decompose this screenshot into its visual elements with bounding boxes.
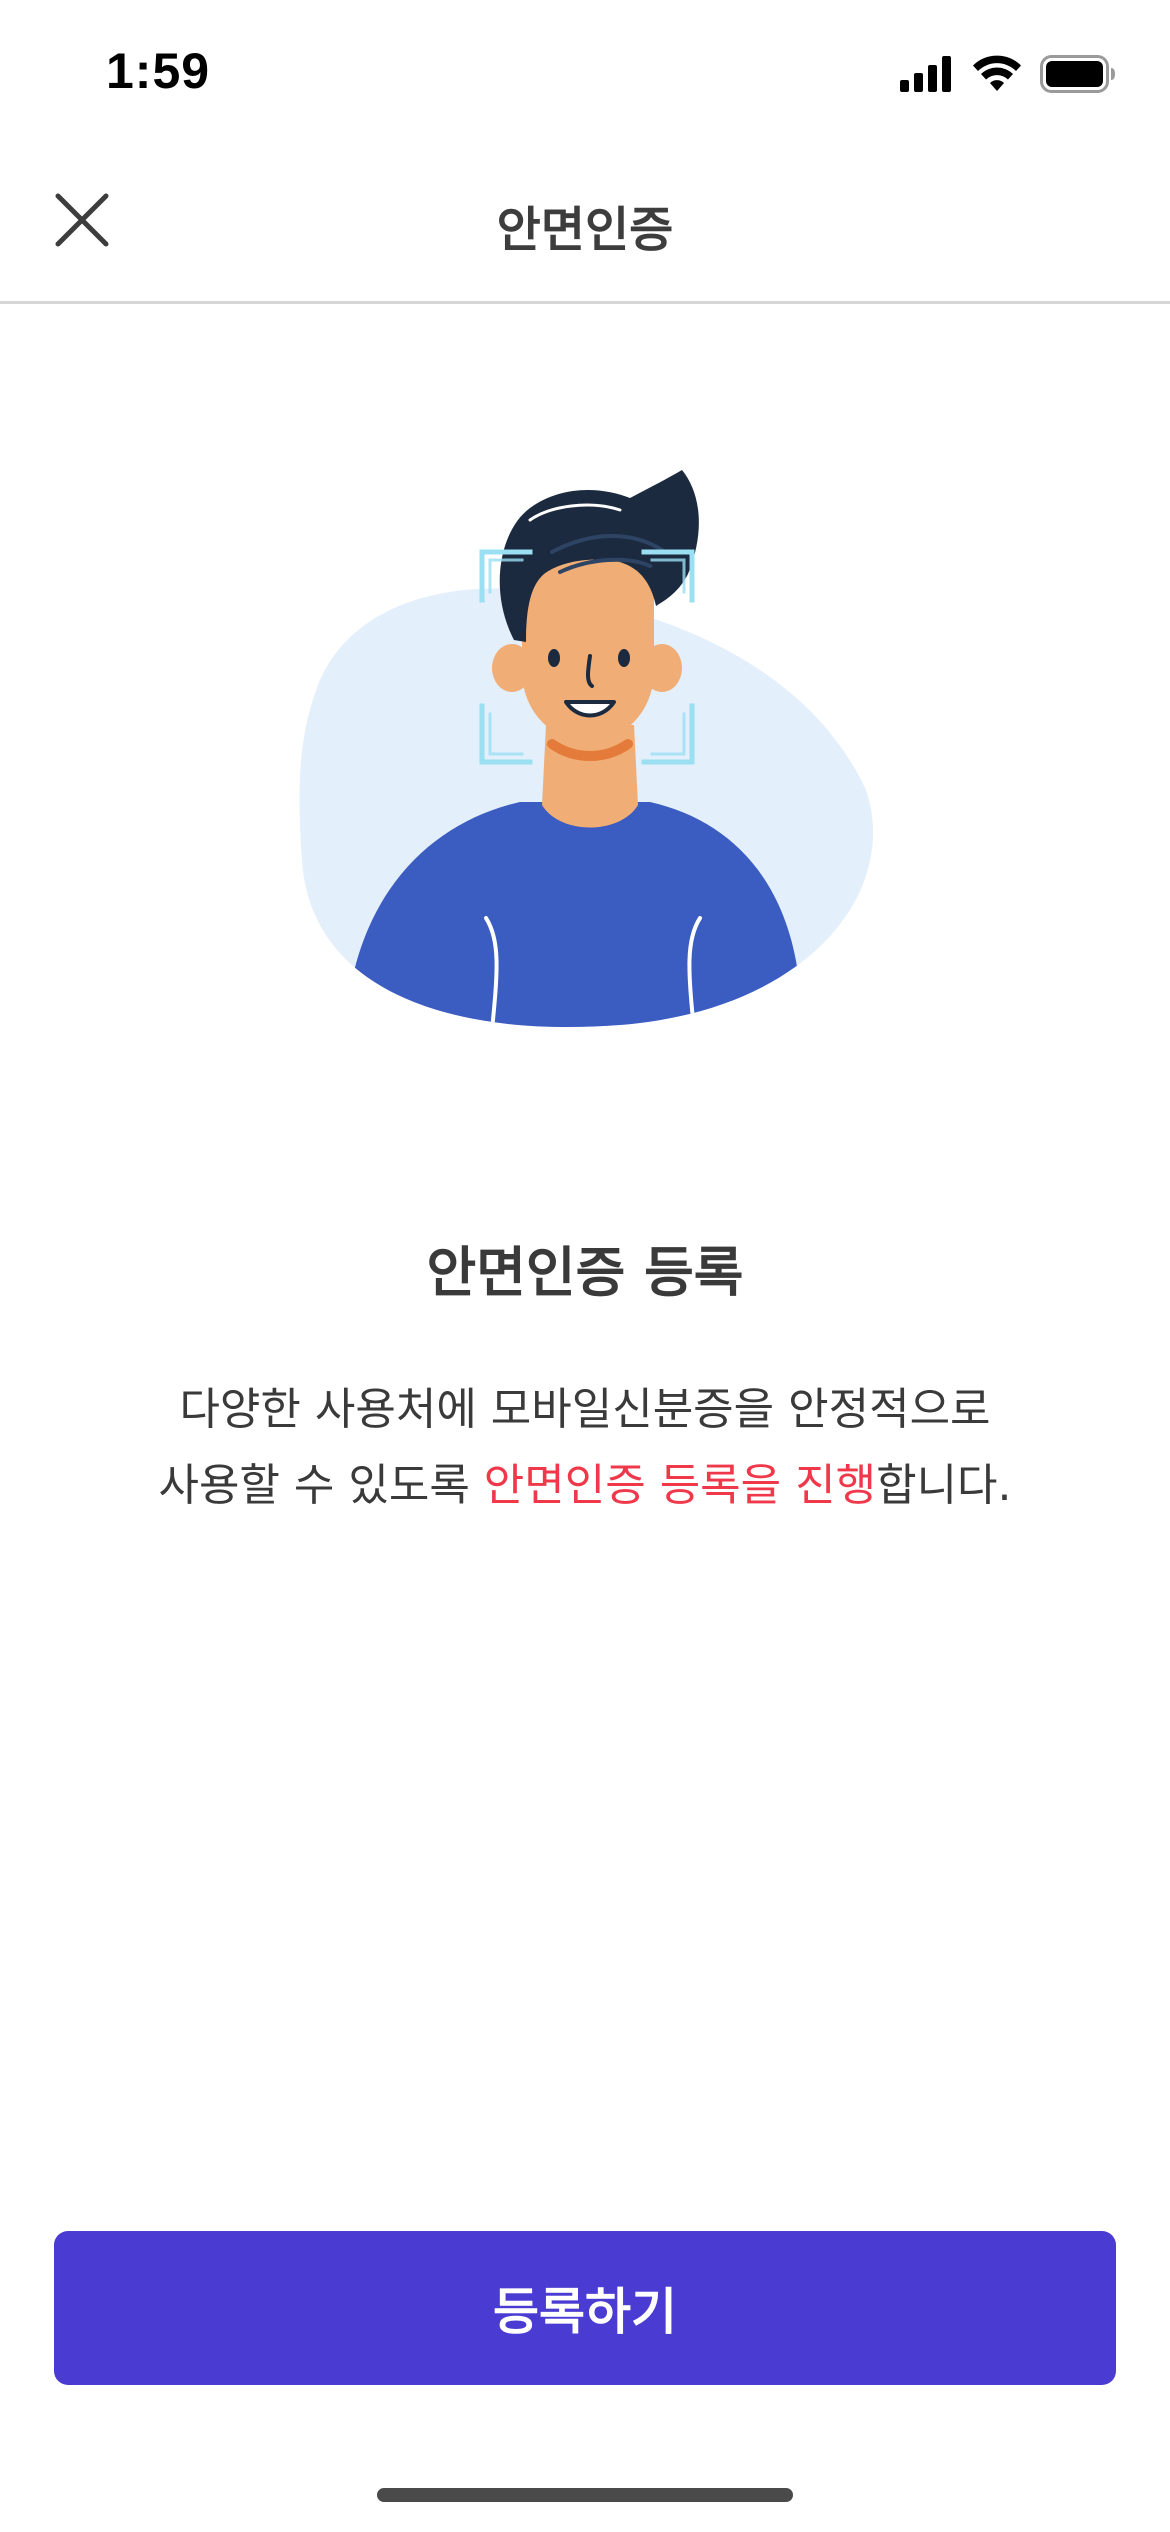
register-button[interactable]: 등록하기 [54,2231,1116,2385]
cellular-signal-icon [900,56,954,92]
description-line-1: 다양한 사용처에 모바일신분증을 안정적으로 [179,1384,991,1435]
nav-bar: 안면인증 [0,150,1170,304]
page-title: 안면인증 [496,202,674,258]
description-highlight: 안면인증 등록을 진행 [483,1460,877,1511]
description-line-2-prefix: 사용할 수 있도록 [158,1460,484,1511]
description: 다양한 사용처에 모바일신분증을 안정적으로 사용할 수 있도록 안면인증 등록… [0,1372,1170,1524]
status-bar: 1:59 [0,0,1170,150]
home-indicator[interactable] [377,2488,793,2502]
status-time: 1:59 [106,43,211,99]
description-line-2: 사용할 수 있도록 안면인증 등록을 진행합니다. [0,1448,1170,1524]
description-line-2-suffix: 합니다. [876,1460,1012,1511]
wifi-icon [972,55,1022,93]
section-heading: 안면인증 등록 [426,1241,744,1304]
battery-icon [1040,55,1116,93]
face-recognition-illustration [290,470,880,1030]
status-icons [900,52,1116,96]
